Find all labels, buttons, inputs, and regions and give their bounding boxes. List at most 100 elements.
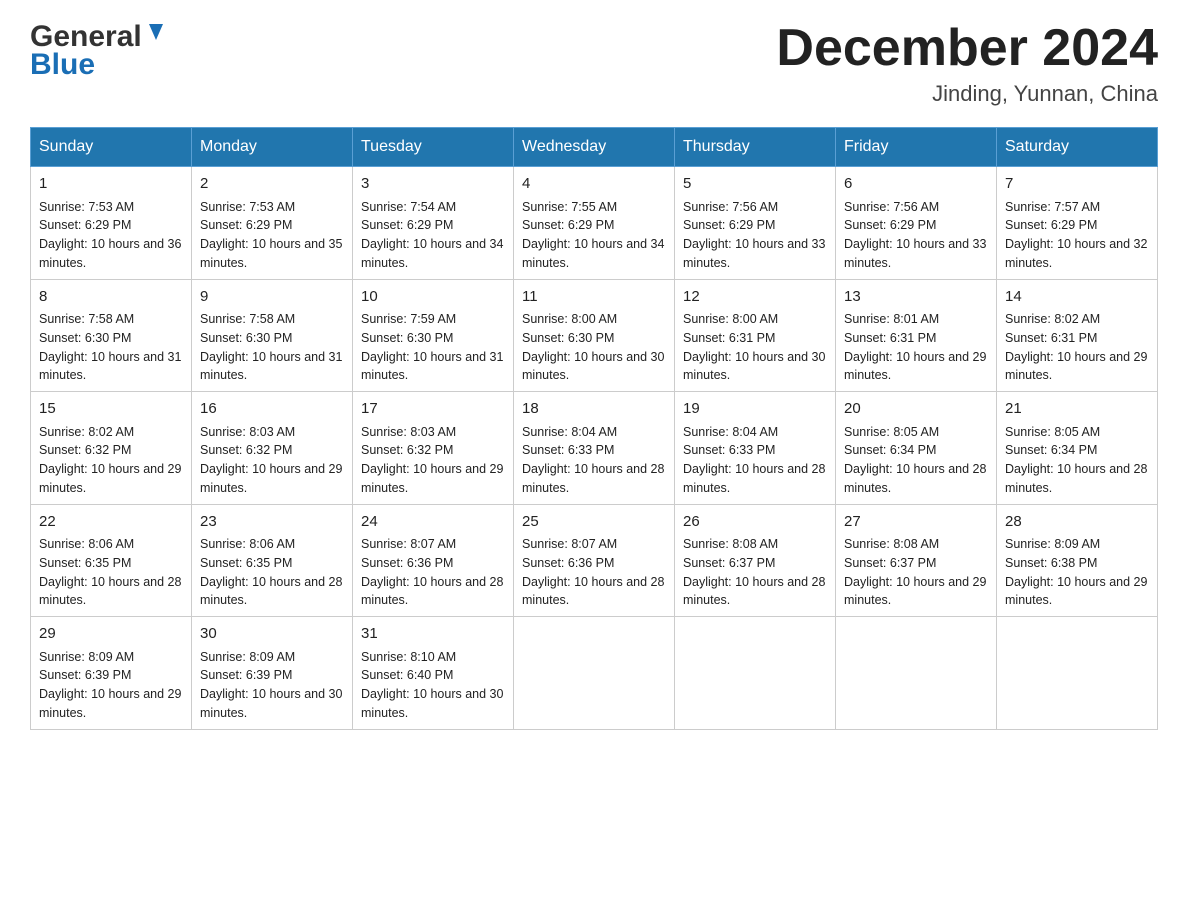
sunrise-text: Sunrise: 8:04 AM [683,425,778,439]
sunset-text: Sunset: 6:30 PM [200,331,292,345]
daylight-text: Daylight: 10 hours and 33 minutes. [844,237,986,270]
calendar-cell: 28Sunrise: 8:09 AMSunset: 6:38 PMDayligh… [997,504,1158,617]
logo-arrow-icon [145,22,167,44]
page-subtitle: Jinding, Yunnan, China [776,81,1158,107]
page-header: General Blue December 2024 Jinding, Yunn… [30,20,1158,107]
logo-blue-text: Blue [30,48,167,82]
sunrise-text: Sunrise: 7:57 AM [1005,200,1100,214]
sunrise-text: Sunrise: 8:09 AM [39,650,134,664]
sunrise-text: Sunrise: 7:53 AM [39,200,134,214]
sunset-text: Sunset: 6:29 PM [844,218,936,232]
sunset-text: Sunset: 6:40 PM [361,668,453,682]
day-number: 2 [200,173,344,196]
sunrise-text: Sunrise: 8:03 AM [200,425,295,439]
daylight-text: Daylight: 10 hours and 29 minutes. [1005,350,1147,383]
day-number: 11 [522,286,666,309]
sunset-text: Sunset: 6:39 PM [200,668,292,682]
sunrise-text: Sunrise: 7:54 AM [361,200,456,214]
sunset-text: Sunset: 6:33 PM [683,443,775,457]
sunrise-text: Sunrise: 8:08 AM [683,537,778,551]
sunset-text: Sunset: 6:31 PM [844,331,936,345]
daylight-text: Daylight: 10 hours and 28 minutes. [522,462,664,495]
daylight-text: Daylight: 10 hours and 29 minutes. [1005,575,1147,608]
sunrise-text: Sunrise: 7:53 AM [200,200,295,214]
sunset-text: Sunset: 6:33 PM [522,443,614,457]
sunrise-text: Sunrise: 8:03 AM [361,425,456,439]
sunset-text: Sunset: 6:37 PM [683,556,775,570]
daylight-text: Daylight: 10 hours and 29 minutes. [39,462,181,495]
day-number: 17 [361,398,505,421]
calendar-cell: 26Sunrise: 8:08 AMSunset: 6:37 PMDayligh… [675,504,836,617]
calendar-cell: 7Sunrise: 7:57 AMSunset: 6:29 PMDaylight… [997,167,1158,280]
day-number: 18 [522,398,666,421]
calendar-cell: 3Sunrise: 7:54 AMSunset: 6:29 PMDaylight… [353,167,514,280]
calendar-cell: 21Sunrise: 8:05 AMSunset: 6:34 PMDayligh… [997,392,1158,505]
calendar-cell: 12Sunrise: 8:00 AMSunset: 6:31 PMDayligh… [675,279,836,392]
sunset-text: Sunset: 6:30 PM [361,331,453,345]
sunset-text: Sunset: 6:36 PM [361,556,453,570]
daylight-text: Daylight: 10 hours and 30 minutes. [200,687,342,720]
day-number: 12 [683,286,827,309]
day-number: 9 [200,286,344,309]
sunset-text: Sunset: 6:29 PM [522,218,614,232]
sunset-text: Sunset: 6:36 PM [522,556,614,570]
daylight-text: Daylight: 10 hours and 32 minutes. [1005,237,1147,270]
sunset-text: Sunset: 6:31 PM [1005,331,1097,345]
daylight-text: Daylight: 10 hours and 31 minutes. [361,350,503,383]
day-number: 4 [522,173,666,196]
page-title: December 2024 [776,20,1158,77]
sunset-text: Sunset: 6:32 PM [39,443,131,457]
sunrise-text: Sunrise: 8:07 AM [361,537,456,551]
sunset-text: Sunset: 6:37 PM [844,556,936,570]
sunrise-text: Sunrise: 7:56 AM [844,200,939,214]
calendar-header-row: SundayMondayTuesdayWednesdayThursdayFrid… [31,128,1158,167]
sunset-text: Sunset: 6:32 PM [361,443,453,457]
sunset-text: Sunset: 6:38 PM [1005,556,1097,570]
calendar-day-header: Thursday [675,128,836,167]
daylight-text: Daylight: 10 hours and 28 minutes. [844,462,986,495]
daylight-text: Daylight: 10 hours and 29 minutes. [844,575,986,608]
calendar-week-row: 22Sunrise: 8:06 AMSunset: 6:35 PMDayligh… [31,504,1158,617]
calendar-week-row: 8Sunrise: 7:58 AMSunset: 6:30 PMDaylight… [31,279,1158,392]
calendar-cell: 24Sunrise: 8:07 AMSunset: 6:36 PMDayligh… [353,504,514,617]
calendar-day-header: Friday [836,128,997,167]
daylight-text: Daylight: 10 hours and 29 minutes. [200,462,342,495]
sunrise-text: Sunrise: 8:06 AM [200,537,295,551]
calendar-cell: 5Sunrise: 7:56 AMSunset: 6:29 PMDaylight… [675,167,836,280]
day-number: 1 [39,173,183,196]
sunrise-text: Sunrise: 7:58 AM [39,312,134,326]
calendar-cell: 11Sunrise: 8:00 AMSunset: 6:30 PMDayligh… [514,279,675,392]
daylight-text: Daylight: 10 hours and 30 minutes. [361,687,503,720]
day-number: 19 [683,398,827,421]
daylight-text: Daylight: 10 hours and 31 minutes. [39,350,181,383]
day-number: 3 [361,173,505,196]
calendar-cell [997,617,1158,730]
daylight-text: Daylight: 10 hours and 28 minutes. [361,575,503,608]
daylight-text: Daylight: 10 hours and 31 minutes. [200,350,342,383]
daylight-text: Daylight: 10 hours and 30 minutes. [683,350,825,383]
sunrise-text: Sunrise: 8:02 AM [39,425,134,439]
day-number: 25 [522,511,666,534]
calendar-cell: 17Sunrise: 8:03 AMSunset: 6:32 PMDayligh… [353,392,514,505]
calendar-cell: 2Sunrise: 7:53 AMSunset: 6:29 PMDaylight… [192,167,353,280]
sunrise-text: Sunrise: 8:10 AM [361,650,456,664]
sunrise-text: Sunrise: 8:09 AM [1005,537,1100,551]
daylight-text: Daylight: 10 hours and 28 minutes. [39,575,181,608]
sunrise-text: Sunrise: 8:08 AM [844,537,939,551]
sunrise-text: Sunrise: 8:00 AM [522,312,617,326]
day-number: 10 [361,286,505,309]
sunrise-text: Sunrise: 8:09 AM [200,650,295,664]
calendar-cell: 1Sunrise: 7:53 AMSunset: 6:29 PMDaylight… [31,167,192,280]
day-number: 5 [683,173,827,196]
sunrise-text: Sunrise: 7:58 AM [200,312,295,326]
calendar-day-header: Tuesday [353,128,514,167]
daylight-text: Daylight: 10 hours and 35 minutes. [200,237,342,270]
daylight-text: Daylight: 10 hours and 34 minutes. [361,237,503,270]
calendar-cell: 25Sunrise: 8:07 AMSunset: 6:36 PMDayligh… [514,504,675,617]
calendar-week-row: 29Sunrise: 8:09 AMSunset: 6:39 PMDayligh… [31,617,1158,730]
calendar-cell [675,617,836,730]
calendar-cell: 15Sunrise: 8:02 AMSunset: 6:32 PMDayligh… [31,392,192,505]
calendar-cell: 6Sunrise: 7:56 AMSunset: 6:29 PMDaylight… [836,167,997,280]
sunset-text: Sunset: 6:29 PM [1005,218,1097,232]
sunset-text: Sunset: 6:35 PM [200,556,292,570]
